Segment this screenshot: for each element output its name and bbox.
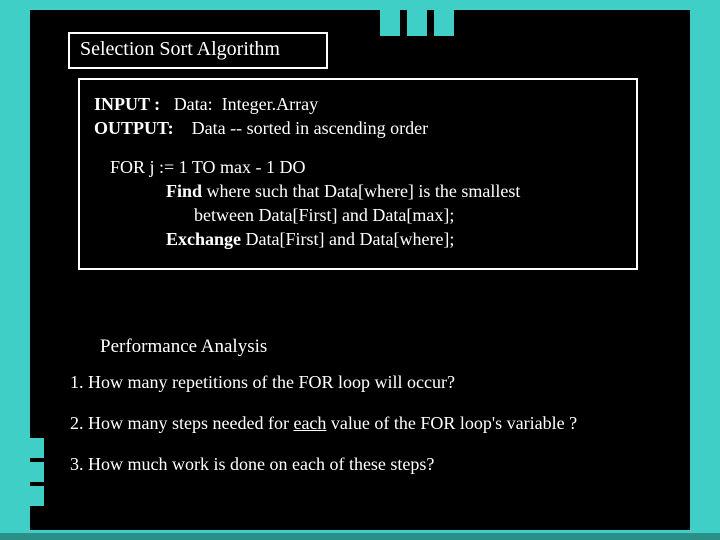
deco-square — [18, 462, 44, 482]
algorithm-body: FOR j := 1 TO max - 1 DO Find where such… — [94, 155, 622, 252]
question-3: 3. How much work is done on each of thes… — [70, 454, 680, 475]
keyword-find: Find — [166, 181, 202, 201]
algo-line-exchange: Exchange Data[First] and Data[where]; — [94, 227, 622, 251]
slide-title: Selection Sort Algorithm — [80, 38, 280, 60]
algo-line-between: between Data[First] and Data[max]; — [94, 203, 622, 227]
algo-line-for: FOR j := 1 TO max - 1 DO — [94, 155, 622, 179]
question-list: 1. How many repetitions of the FOR loop … — [70, 372, 680, 495]
q2-underlined: each — [293, 413, 326, 433]
algo-line-find-rest: where such that Data[where] is the small… — [202, 181, 520, 201]
algo-line-find: Find where such that Data[where] is the … — [94, 179, 622, 203]
analysis-heading: Performance Analysis — [100, 336, 267, 358]
output-row: OUTPUT: Data -- sorted in ascending orde… — [94, 116, 622, 140]
algo-line-exchange-rest: Data[First] and Data[where]; — [241, 229, 454, 249]
deco-square — [434, 9, 454, 36]
slide-canvas: Selection Sort Algorithm INPUT : Data: I… — [30, 10, 690, 530]
decoration-top — [380, 9, 457, 41]
input-value: Data: Integer.Array — [160, 94, 318, 114]
question-2: 2. How many steps needed for each value … — [70, 413, 680, 434]
keyword-exchange: Exchange — [166, 229, 241, 249]
input-label: INPUT : — [94, 94, 160, 114]
deco-square — [380, 9, 400, 36]
input-row: INPUT : Data: Integer.Array — [94, 92, 622, 116]
q2-part-a: 2. How many steps needed for — [70, 413, 293, 433]
decoration-bottom-bar — [0, 533, 720, 540]
q2-part-b: value of the FOR loop's variable ? — [326, 413, 577, 433]
deco-square — [407, 9, 427, 36]
algorithm-box: INPUT : Data: Integer.Array OUTPUT: Data… — [78, 78, 638, 270]
output-label: OUTPUT: — [94, 118, 174, 138]
deco-square — [18, 486, 44, 506]
output-value: Data -- sorted in ascending order — [174, 118, 428, 138]
question-1: 1. How many repetitions of the FOR loop … — [70, 372, 680, 393]
decoration-left — [18, 438, 44, 510]
deco-square — [18, 438, 44, 458]
title-box: Selection Sort Algorithm — [68, 32, 328, 69]
